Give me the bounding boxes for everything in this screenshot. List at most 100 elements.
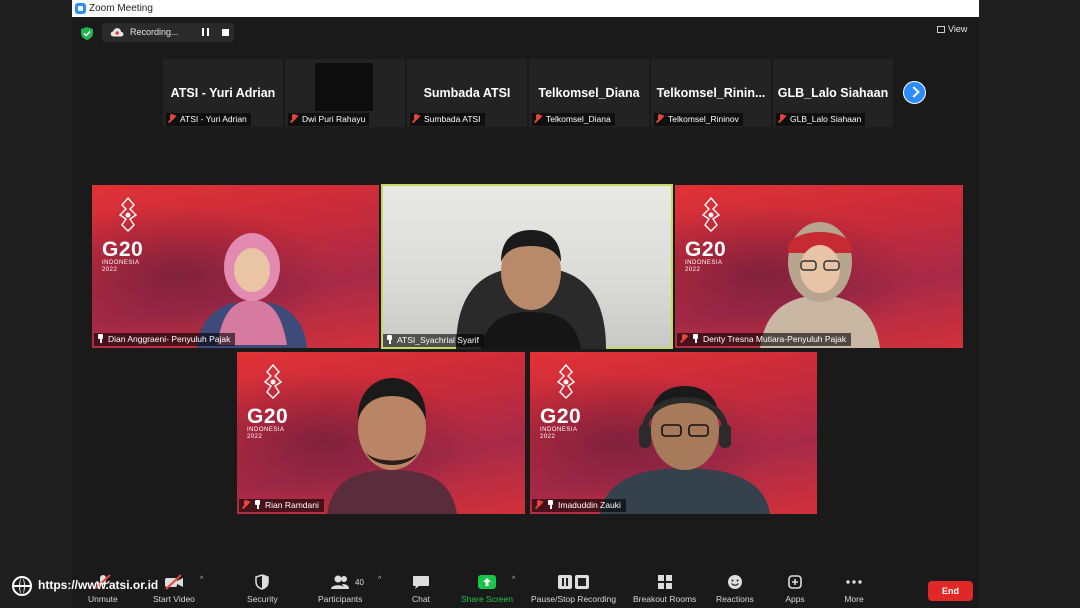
participant-count-badge: 40	[355, 578, 364, 587]
tile-name: Rian Ramdani	[265, 500, 319, 510]
thumbnail-name-tag: GLB_Lalo Siahaan	[776, 113, 866, 126]
security-button[interactable]: Security	[247, 574, 278, 604]
g20-logo-country: INDONESIA	[685, 260, 723, 266]
tile-name-tag: Dian Anggraeni- Penyuluh Pajak	[94, 333, 236, 346]
pause-recording-icon[interactable]	[202, 28, 210, 37]
mic-muted-icon	[168, 114, 176, 123]
left-letterbox	[0, 0, 72, 608]
g20-logo: G20 INDONESIA 2022	[247, 363, 307, 441]
more-button[interactable]: More	[844, 574, 864, 604]
tile-name: Dian Anggraeni- Penyuluh Pajak	[108, 334, 231, 344]
chat-bubble-icon	[413, 576, 429, 589]
window-title: Zoom Meeting	[89, 3, 153, 14]
participant-thumbnail[interactable]: Dwi Puri Rahayu	[285, 59, 405, 127]
zoom-app-icon	[75, 3, 86, 14]
video-tile[interactable]: G20 INDONESIA 2022 Imaduddin Zauki	[530, 352, 817, 514]
participant-thumbnail[interactable]: ATSI - Yuri Adrian ATSI - Yuri Adrian	[163, 59, 283, 127]
recording-indicator: Recording...	[102, 23, 234, 42]
thumbnail-name-tag: Dwi Puri Rahayu	[288, 113, 370, 126]
pin-icon	[692, 334, 699, 343]
video-tile[interactable]: G20 INDONESIA 2022 Dian Anggraeni- Penyu…	[92, 185, 379, 348]
thumbnail-display-name: Telkomsel_Diana	[538, 86, 640, 100]
more-label: More	[844, 594, 864, 604]
participant-silhouette	[600, 386, 770, 514]
mic-muted-icon	[680, 334, 688, 343]
mic-muted-icon	[290, 114, 298, 123]
participant-silhouette	[456, 230, 606, 349]
thumbnail-name-tag: Telkomsel_Rininov	[654, 113, 743, 126]
breakout-rooms-icon	[657, 575, 672, 589]
video-tile[interactable]: G20 INDONESIA 2022 Denty Tresna Mutiara-…	[675, 185, 963, 348]
view-grid-icon	[937, 26, 945, 33]
tile-name: Denty Tresna Mutiara-Penyuluh Pajak	[703, 334, 847, 344]
thumbnail-name: Dwi Puri Rahayu	[302, 114, 366, 124]
tile-name-tag: Denty Tresna Mutiara-Penyuluh Pajak	[677, 333, 852, 346]
mic-muted-icon	[656, 114, 664, 123]
pause-stop-recording-label: Pause/Stop Recording	[531, 594, 617, 604]
participant-thumbnail[interactable]: GLB_Lalo Siahaan GLB_Lalo Siahaan	[773, 59, 893, 127]
security-shield-icon[interactable]	[81, 27, 93, 40]
video-tile-active-speaker[interactable]: ATSI_Syachrial Syarif	[381, 184, 673, 349]
g20-logo-country: INDONESIA	[102, 260, 140, 266]
g20-logo-year: 2022	[102, 267, 118, 273]
mic-muted-icon	[412, 114, 420, 123]
share-screen-button[interactable]: Share Screen	[461, 574, 513, 604]
cloud-recording-icon	[110, 28, 124, 37]
g20-logo-country: INDONESIA	[540, 427, 578, 433]
g20-logo-year: 2022	[540, 434, 556, 440]
pause-stop-recording-button[interactable]: Pause/Stop Recording	[531, 574, 616, 604]
tile-name: Imaduddin Zauki	[558, 500, 621, 510]
g20-logo: G20 INDONESIA 2022	[102, 196, 162, 274]
breakout-rooms-label: Breakout Rooms	[633, 594, 697, 604]
g20-logo: G20 INDONESIA 2022	[685, 196, 745, 274]
pin-icon	[386, 335, 393, 344]
apps-button[interactable]: Apps	[785, 574, 805, 604]
chat-button[interactable]: Chat	[411, 574, 431, 604]
chat-label: Chat	[412, 594, 430, 604]
mic-muted-icon	[242, 500, 250, 509]
next-page-arrow-icon[interactable]	[903, 81, 926, 104]
tile-name: ATSI_Syachrial Syarif	[397, 335, 480, 345]
participants-options-caret-icon[interactable]: ^	[378, 576, 381, 583]
start-video-label: Start Video	[153, 594, 195, 604]
stop-recording-icon[interactable]	[222, 29, 229, 36]
thumbnail-name-tag: Sumbada ATSI	[410, 113, 485, 126]
start-video-button[interactable]: Start Video	[153, 574, 195, 604]
view-button[interactable]: View	[937, 24, 967, 34]
watermark-url: https://www.atsi.or.id	[38, 578, 159, 593]
mic-muted-icon	[534, 114, 542, 123]
pause-stop-recording-icon	[557, 575, 589, 589]
participants-icon	[331, 575, 350, 589]
thumbnail-display-name: Sumbada ATSI	[423, 86, 511, 100]
participant-silhouette	[327, 378, 457, 514]
thumbnail-name: Sumbada ATSI	[424, 114, 481, 124]
reactions-smiley-icon	[727, 575, 742, 589]
g20-logo-text: G20	[102, 238, 144, 261]
thumbnail-display-name: ATSI - Yuri Adrian	[170, 86, 276, 100]
mic-muted-icon	[535, 500, 543, 509]
g20-logo-country: INDONESIA	[247, 427, 285, 433]
thumbnail-name: GLB_Lalo Siahaan	[790, 114, 862, 124]
end-meeting-button[interactable]: End	[928, 581, 973, 601]
share-screen-label: Share Screen	[461, 594, 513, 604]
g20-ornament-icon	[263, 363, 283, 399]
participant-thumbnail[interactable]: Telkomsel_Rinin... Telkomsel_Rininov	[651, 59, 771, 127]
thumbnail-name: Telkomsel_Rininov	[668, 114, 739, 124]
participant-thumbnail[interactable]: Telkomsel_Diana Telkomsel_Diana	[529, 59, 649, 127]
reactions-label: Reactions	[716, 594, 754, 604]
video-tile[interactable]: G20 INDONESIA 2022 Rian Ramdani	[237, 352, 525, 514]
participant-thumbnail[interactable]: Sumbada ATSI Sumbada ATSI	[407, 59, 527, 127]
breakout-rooms-button[interactable]: Breakout Rooms	[633, 574, 696, 604]
thumbnail-name-tag: ATSI - Yuri Adrian	[166, 113, 251, 126]
video-options-caret-icon[interactable]: ^	[200, 576, 203, 583]
view-label: View	[948, 24, 968, 34]
video-camera-off-icon	[164, 574, 183, 590]
tile-name-tag: Rian Ramdani	[239, 499, 324, 512]
thumbnail-name: ATSI - Yuri Adrian	[180, 114, 247, 124]
meeting-area: Recording... View ATSI - Yuri Adrian ATS…	[72, 17, 979, 608]
recording-label: Recording...	[130, 27, 179, 37]
share-options-caret-icon[interactable]: ^	[512, 576, 515, 583]
participants-label: Participants	[318, 594, 363, 604]
right-letterbox	[979, 0, 1080, 608]
reactions-button[interactable]: Reactions	[716, 574, 754, 604]
